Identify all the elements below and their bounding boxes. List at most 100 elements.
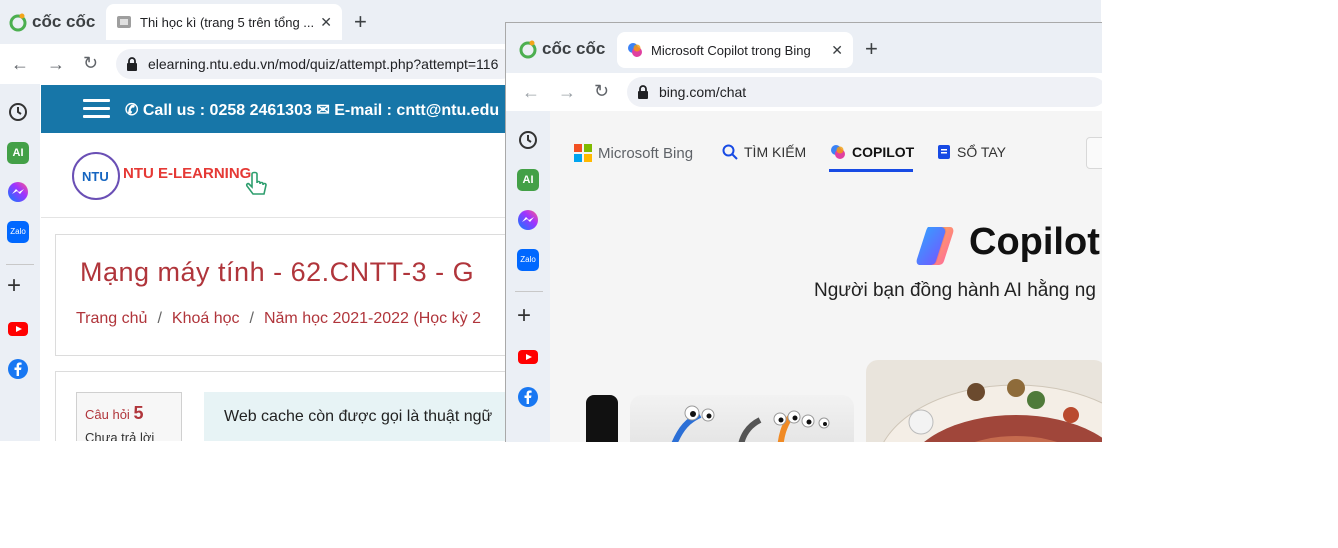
tab-title: Thi học kì (trang 5 trên tổng ...	[140, 14, 315, 30]
zalo-icon[interactable]: Zalo	[7, 221, 29, 243]
divider	[515, 291, 543, 292]
youtube-icon[interactable]	[517, 346, 539, 368]
image-card[interactable]	[866, 360, 1102, 442]
sign-in-button[interactable]	[1086, 137, 1102, 169]
question-text: Web cache còn được gọi là thuật ngữ	[224, 408, 493, 425]
nav-search-label: TÌM KIẾM	[744, 144, 807, 160]
history-icon[interactable]	[517, 129, 539, 151]
browser-name: cốc cốc	[32, 12, 96, 31]
reload-icon[interactable]: ↻	[83, 54, 98, 72]
reload-icon[interactable]: ↻	[594, 82, 609, 100]
nav-notebook-label: SỔ TAY	[957, 144, 1007, 160]
plus-icon[interactable]: +	[7, 274, 21, 298]
browser-logo[interactable]: cốc cốc	[518, 39, 605, 59]
address-bar[interactable]: elearning.ntu.edu.vn/mod/quiz/attempt.ph…	[116, 49, 516, 79]
lock-icon	[638, 84, 648, 99]
breadcrumb-courses[interactable]: Khoá học	[172, 310, 240, 327]
active-tab-indicator	[829, 169, 913, 172]
plus-icon[interactable]: +	[865, 38, 878, 60]
site-logo-text[interactable]: NTU E-LEARNING	[123, 165, 251, 182]
tab-quiz[interactable]: Thi học kì (trang 5 trên tổng ... ✕	[106, 4, 342, 40]
ntu-logo[interactable]: NTU	[72, 152, 120, 200]
forward-icon[interactable]: →	[47, 55, 65, 73]
breadcrumb-separator: /	[157, 310, 162, 327]
lock-icon	[127, 56, 137, 71]
food-plate-image	[883, 379, 1102, 442]
question-text-box: Web cache còn được gọi là thuật ngữ	[204, 392, 524, 441]
zalo-icon-label: Zalo	[520, 255, 536, 264]
ai-icon[interactable]: AI	[7, 142, 29, 164]
toolbar: ← → ↻ bing.com/chat	[506, 73, 1102, 111]
tab-bar: cốc cốc Microsoft Copilot trong Bing ✕ +	[506, 23, 1102, 73]
facebook-icon[interactable]	[517, 386, 539, 408]
email-text: E-mail : cntt@ntu.edu	[334, 102, 500, 119]
image-card[interactable]	[586, 395, 618, 442]
browser-sidebar: AI Zalo +	[0, 84, 40, 441]
question-label: Câu hỏi 5	[85, 403, 143, 424]
question-number: 5	[133, 403, 144, 423]
history-icon[interactable]	[7, 101, 29, 123]
ai-icon[interactable]: AI	[517, 169, 539, 191]
course-title: Mạng máy tính - 62.CNTT-3 - G	[80, 257, 475, 287]
phone-text: Call us : 0258 2461303	[142, 102, 312, 119]
contact-info: ✆ Call us : 0258 2461303 ✉ E-mail : cntt…	[125, 100, 499, 120]
messenger-icon[interactable]	[517, 209, 539, 231]
nav-copilot-label: COPILOT	[852, 144, 915, 160]
breadcrumb: Trang chủ / Khoá học / Năm học 2021-2022 (Họ…	[76, 310, 481, 328]
close-icon[interactable]: ✕	[831, 42, 843, 59]
url-text: bing.com/chat	[659, 84, 747, 100]
site-header: ✆ Call us : 0258 2461303 ✉ E-mail : cntt…	[41, 85, 511, 133]
tab-copilot[interactable]: Microsoft Copilot trong Bing ✕	[617, 32, 853, 68]
notebook-icon	[938, 145, 950, 159]
image-card[interactable]	[630, 395, 854, 442]
close-icon[interactable]: ✕	[320, 14, 332, 31]
browser-sidebar: AI Zalo +	[506, 111, 550, 442]
course-header: Mạng máy tính - 62.CNTT-3 - G Trang chủ /…	[55, 234, 517, 356]
nav-search[interactable]: TÌM KIẾM	[722, 144, 806, 160]
question-status: Chưa trả lời	[85, 430, 155, 441]
bing-header: Microsoft Bing TÌM KIẾM COPILOT SỔ TAY	[550, 111, 1102, 183]
coccoc-icon	[9, 13, 27, 32]
hand-pointer-icon	[245, 171, 267, 195]
question-info: Câu hỏi 5 Chưa trả lời	[76, 392, 182, 441]
zalo-icon-label: Zalo	[10, 227, 26, 236]
youtube-icon[interactable]	[7, 318, 29, 340]
tab-title: Microsoft Copilot trong Bing	[651, 42, 811, 58]
ai-icon-label: AI	[522, 174, 534, 186]
nav-copilot[interactable]: COPILOT	[830, 144, 914, 160]
url-text: elearning.ntu.edu.vn/mod/quiz/attempt.ph…	[148, 56, 499, 72]
breadcrumb-separator: /	[249, 310, 254, 327]
ai-icon-label: AI	[12, 147, 24, 159]
messenger-icon[interactable]	[7, 181, 29, 203]
copilot-favicon-icon	[628, 43, 642, 57]
plus-icon[interactable]: +	[517, 304, 531, 328]
cartoon-characters-image	[671, 405, 830, 442]
microsoft-logo-icon	[574, 144, 592, 162]
plus-icon[interactable]: +	[354, 11, 367, 33]
breadcrumb-year[interactable]: Năm học 2021-2022 (Học kỳ 2	[264, 310, 481, 327]
bing-brand[interactable]: Microsoft Bing	[574, 144, 693, 162]
coccoc-icon	[519, 40, 537, 59]
copilot-logo-icon	[916, 227, 954, 265]
breadcrumb-home[interactable]: Trang chủ	[76, 310, 147, 327]
hamburger-menu-icon[interactable]	[83, 99, 110, 119]
nav-notebook[interactable]: SỔ TAY	[937, 144, 1006, 160]
question-label-text: Câu hỏi	[85, 407, 130, 422]
facebook-icon[interactable]	[7, 358, 29, 380]
address-bar[interactable]: bing.com/chat	[627, 77, 1102, 107]
logo-bar: NTU NTU E-LEARNING	[41, 133, 511, 218]
ntu-logo-badge: NTU	[82, 169, 109, 184]
copilot-icon	[831, 145, 845, 159]
back-icon[interactable]: ←	[522, 83, 540, 101]
zalo-icon[interactable]: Zalo	[517, 249, 539, 271]
forward-icon[interactable]: →	[558, 83, 576, 101]
browser-logo[interactable]: cốc cốc	[8, 12, 95, 32]
phone-icon: ✆	[125, 102, 139, 119]
brand-text: Microsoft Bing	[598, 144, 694, 162]
hero-subtitle: Người bạn đồng hành AI hằng ng	[814, 280, 1096, 301]
hero-title: Copilot	[969, 221, 1100, 263]
back-icon[interactable]: ←	[11, 55, 29, 73]
search-icon	[722, 144, 738, 160]
divider	[6, 264, 34, 265]
front-browser-window: cốc cốc Microsoft Copilot trong Bing ✕ +…	[505, 22, 1102, 442]
